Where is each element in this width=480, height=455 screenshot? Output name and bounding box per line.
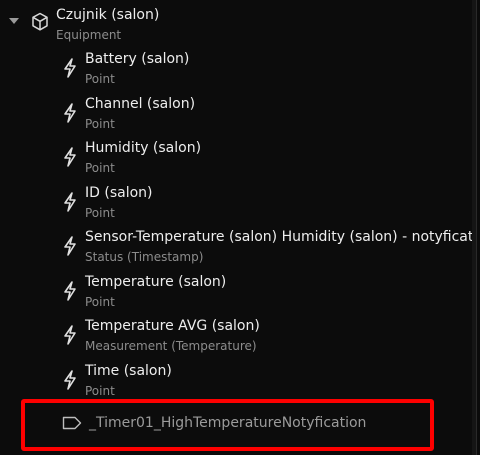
tree-item-title: ID (salon) (85, 185, 153, 201)
tree-item-subtitle: Point (85, 117, 115, 131)
tree-item-subtitle: Point (85, 295, 115, 309)
tree-item-title: Temperature AVG (salon) (85, 318, 260, 334)
vertical-scrollbar[interactable] (472, 0, 476, 455)
tree-item-title: Battery (salon) (85, 51, 190, 67)
bolt-icon (63, 236, 77, 260)
tree-root-subtitle: Equipment (56, 28, 122, 42)
tree-item-time[interactable]: Time (salon) Point (0, 362, 476, 402)
tree-item-sensor-temperature-notification[interactable]: Sensor-Temperature (salon) Humidity (sal… (0, 228, 476, 268)
tree-item-channel[interactable]: Channel (salon) Point (0, 95, 476, 135)
tree-item-subtitle: Measurement (Temperature) (85, 339, 257, 353)
bolt-icon (63, 58, 77, 82)
equipment-tree-panel: Czujnik (salon) Equipment Battery (salon… (0, 0, 477, 455)
bolt-icon (63, 325, 77, 349)
bolt-icon (63, 103, 77, 127)
bolt-icon (63, 281, 77, 305)
chevron-down-icon[interactable] (9, 18, 19, 24)
cube-icon (31, 12, 49, 36)
tree-item-subtitle: Status (Timestamp) (85, 250, 204, 264)
tree-item-battery[interactable]: Battery (salon) Point (0, 50, 476, 90)
tree-item-id[interactable]: ID (salon) Point (0, 184, 476, 224)
tree-item-title: Time (salon) (85, 363, 172, 379)
tree-item-temperature-avg[interactable]: Temperature AVG (salon) Measurement (Tem… (0, 317, 476, 357)
tree-item-subtitle: Point (85, 206, 115, 220)
tree-item-title: Humidity (salon) (85, 140, 202, 156)
tree-item-title: Sensor-Temperature (salon) Humidity (sal… (85, 229, 477, 245)
tree-item-subtitle: Point (85, 384, 115, 398)
tree-root-title: Czujnik (salon) (56, 7, 160, 23)
bolt-icon (63, 370, 77, 394)
highlight-box (21, 399, 434, 451)
bolt-icon (63, 147, 77, 171)
tree-item-title: Temperature (salon) (85, 274, 227, 290)
tree-root-equipment[interactable]: Czujnik (salon) Equipment (0, 0, 476, 45)
bolt-icon (63, 192, 77, 216)
tree-item-humidity[interactable]: Humidity (salon) Point (0, 139, 476, 179)
tree-item-title: Channel (salon) (85, 96, 196, 112)
tree-item-temperature[interactable]: Temperature (salon) Point (0, 273, 476, 313)
tree-item-subtitle: Point (85, 72, 115, 86)
tree-item-subtitle: Point (85, 161, 115, 175)
